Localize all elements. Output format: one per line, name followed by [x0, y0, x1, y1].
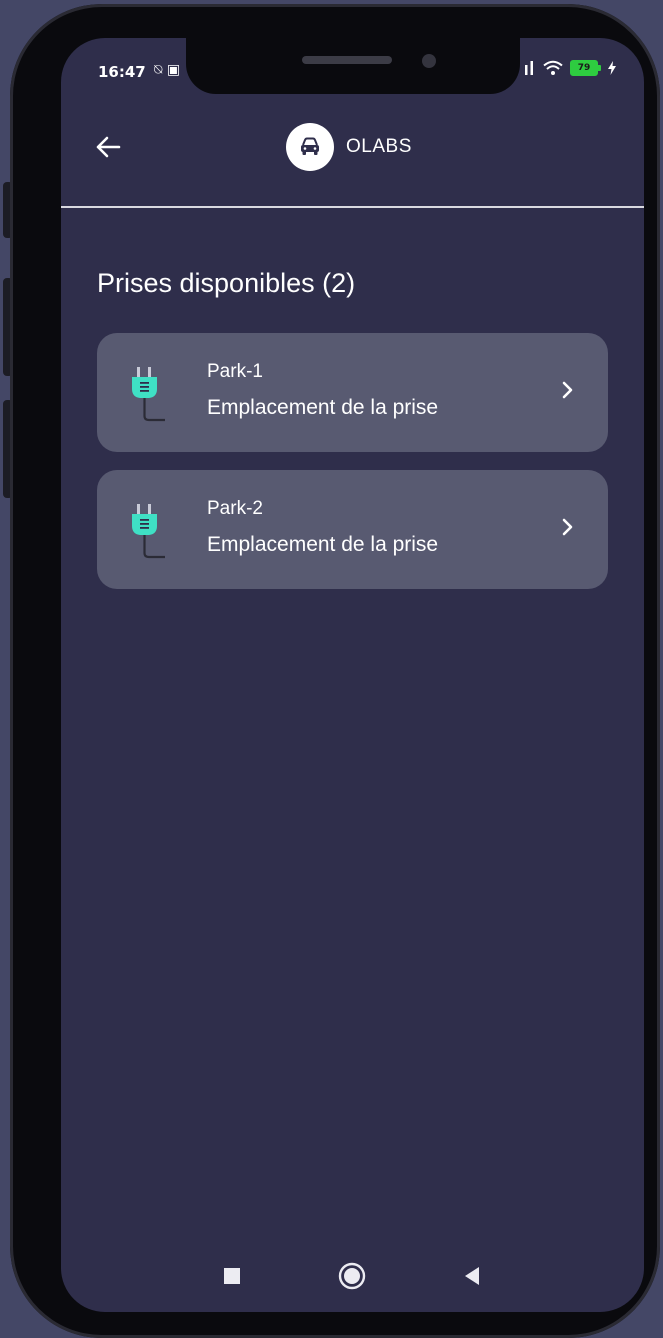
app-header: OLABS [61, 108, 644, 208]
triangle-back-icon [465, 1267, 479, 1285]
status-time: 16:47 [98, 63, 146, 81]
screen: 16:47 ⍉ ▣ 79 OLABS Prises disponibles (2… [61, 38, 644, 1312]
section-title: Prises disponibles (2) [97, 268, 356, 298]
speaker-grill [302, 56, 392, 64]
system-nav-bar [61, 1256, 644, 1296]
car-icon [301, 137, 319, 155]
status-right-icons: 79 [524, 60, 616, 76]
arrow-left-icon [96, 136, 121, 158]
nav-back-button[interactable] [452, 1256, 492, 1296]
brand-logo [286, 123, 334, 171]
chevron-right-icon [562, 381, 573, 399]
home-button[interactable] [332, 1256, 372, 1296]
brand: OLABS [286, 123, 412, 171]
battery-icon: 79 [570, 60, 601, 76]
wifi-icon [543, 60, 563, 75]
outlet-card-park-2[interactable]: Park-2 Emplacement de la prise [97, 470, 608, 589]
outlet-card-park-1[interactable]: Park-1 Emplacement de la prise [97, 333, 608, 452]
outlet-name: Park-2 [207, 498, 263, 519]
front-camera [422, 54, 436, 68]
phone-frame: 16:47 ⍉ ▣ 79 OLABS Prises disponibles (2… [10, 4, 660, 1338]
square-icon [224, 1268, 240, 1284]
signal-icon [525, 61, 533, 75]
charging-icon [608, 61, 616, 75]
plug-icon [132, 504, 165, 559]
battery-level: 79 [570, 60, 598, 76]
chevron-right-icon [562, 518, 573, 536]
circle-icon [338, 1262, 366, 1290]
outlet-location: Emplacement de la prise [207, 533, 439, 556]
notification-icons: ⍉ ▣ [154, 62, 181, 78]
outlet-location: Emplacement de la prise [207, 396, 439, 419]
plug-icon [132, 367, 165, 422]
brand-name: OLABS [346, 136, 412, 157]
recent-apps-button[interactable] [212, 1256, 252, 1296]
back-button[interactable] [91, 130, 125, 164]
camera-notch [186, 38, 520, 94]
outlet-name: Park-1 [207, 361, 263, 382]
